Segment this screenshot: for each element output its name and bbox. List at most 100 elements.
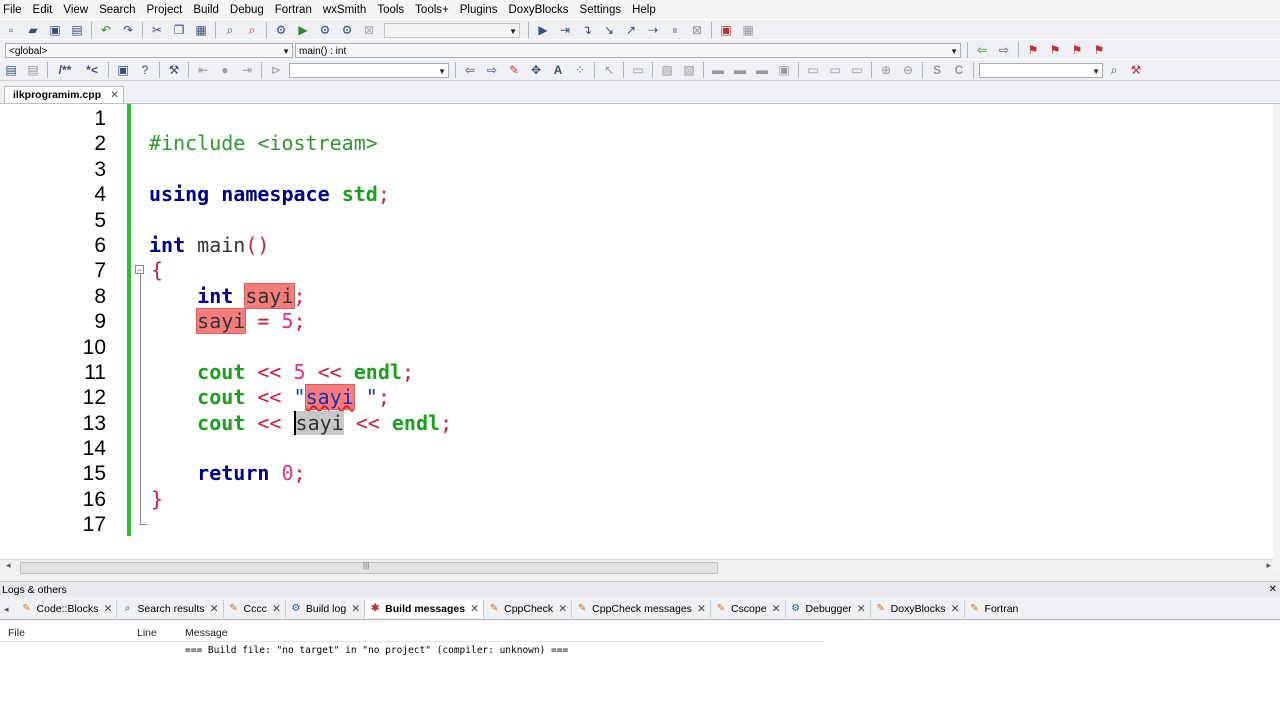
box2-icon[interactable]: ▭ — [827, 62, 843, 78]
bookmark-prev-icon[interactable]: ⚑ — [1047, 42, 1063, 58]
tabs-scroll-left-icon[interactable]: ◂ — [4, 604, 9, 615]
pointer-icon[interactable]: ↖ — [601, 62, 617, 78]
debug-run-icon[interactable]: ▶ — [535, 22, 551, 38]
next-icon[interactable]: ⇥ — [239, 62, 255, 78]
menu-file[interactable]: File — [0, 0, 29, 20]
tab-cscope[interactable]: ✎ Cscope ✕ — [711, 600, 786, 618]
column-header-message[interactable]: Message — [185, 627, 228, 639]
pause-icon[interactable]: ⏸ — [667, 22, 683, 38]
copy-icon[interactable]: ❐ — [171, 22, 187, 38]
run-to-cursor-icon[interactable]: ⇥ — [557, 22, 573, 38]
file-tab[interactable]: ilkprogramim.cpp ✕ — [4, 86, 125, 103]
symbol-combo[interactable]: ▼ — [289, 62, 449, 78]
menu-tools[interactable]: Tools — [373, 0, 411, 20]
doxywizard-icon[interactable]: ▤ — [3, 62, 19, 78]
settings-icon[interactable]: ⚒ — [1128, 62, 1144, 78]
tab-doxyblocks[interactable]: ✎ DoxyBlocks ✕ — [871, 600, 965, 618]
tab-codeblocks[interactable]: ✎ Code::Blocks ✕ — [17, 600, 118, 618]
info-icon[interactable]: ▦ — [740, 22, 756, 38]
menu-search[interactable]: Search — [95, 0, 142, 20]
menu-debug[interactable]: Debug — [226, 0, 271, 20]
close-icon[interactable]: ✕ — [110, 87, 119, 103]
tag-icon[interactable]: ⊳ — [268, 62, 284, 78]
column-header-line[interactable]: Line — [137, 627, 157, 639]
font-icon[interactable]: A — [550, 62, 566, 78]
function-combo[interactable]: main() : int ▼ — [295, 42, 961, 58]
scroll-left-icon[interactable]: ◂ — [6, 560, 11, 571]
tab-cccc[interactable]: ✎ Cccc ✕ — [224, 600, 286, 618]
text-icon[interactable]: ▧ — [681, 62, 697, 78]
tab-cppcheck[interactable]: ✎ CppCheck ✕ — [484, 600, 573, 618]
scroll-right-icon[interactable]: ▸ — [1266, 560, 1271, 571]
menu-build[interactable]: Build — [189, 0, 226, 20]
save-icon[interactable]: ▣ — [47, 22, 63, 38]
tab-cppcheck-messages[interactable]: ✎ CppCheck messages ✕ — [572, 600, 711, 618]
layout3-icon[interactable]: ▬ — [754, 62, 770, 78]
scroll-thumb[interactable]: ||| — [20, 561, 718, 574]
tab-debugger[interactable]: ⚙ Debugger ✕ — [786, 600, 871, 618]
build-messages-list[interactable]: File Line Message === Build file: "no ta… — [0, 621, 1280, 720]
box1-icon[interactable]: ▭ — [805, 62, 821, 78]
column-header-file[interactable]: File — [8, 627, 25, 639]
c-icon[interactable]: C — [951, 62, 967, 78]
bookmark-icon[interactable]: ⚑ — [1025, 42, 1041, 58]
close-icon[interactable]: ✕ — [951, 600, 960, 618]
find-icon[interactable]: ⌕ — [222, 22, 238, 38]
rebuild-icon[interactable]: ⚙ — [339, 22, 355, 38]
zoom-out-icon[interactable]: ⊖ — [900, 62, 916, 78]
paste-icon[interactable]: ▦ — [193, 22, 209, 38]
image-icon[interactable]: ▨ — [659, 62, 675, 78]
build-icon[interactable]: ⚙ — [273, 22, 289, 38]
build-target-combo[interactable]: ▼ — [384, 22, 520, 38]
dot-icon[interactable]: ● — [217, 62, 233, 78]
build-run-icon[interactable]: ⚙ — [317, 22, 333, 38]
layout1-icon[interactable]: ▬ — [710, 62, 726, 78]
close-icon[interactable]: ✕ — [104, 600, 113, 618]
line-comment-icon[interactable]: *< — [82, 62, 102, 78]
step-into-icon[interactable]: ↘ — [601, 22, 617, 38]
next-line-icon[interactable]: ↴ — [579, 22, 595, 38]
undo-icon[interactable]: ↶ — [98, 22, 114, 38]
arrow-left-icon[interactable]: ⇦ — [462, 62, 478, 78]
close-icon[interactable]: ✕ — [210, 600, 219, 618]
close-icon[interactable]: ✕ — [772, 600, 781, 618]
code-editor[interactable]: − 1 2 #include <iostream> 3 4 using namesp… — [0, 104, 1273, 559]
tab-build-messages[interactable]: ✱ Build messages ✕ — [365, 600, 485, 618]
menu-settings[interactable]: Settings — [576, 0, 629, 20]
frame-icon[interactable]: ▭ — [630, 62, 646, 78]
run-icon[interactable]: ▶ — [295, 22, 311, 38]
menu-project[interactable]: Project — [143, 0, 190, 20]
menu-plugins[interactable]: Plugins — [456, 0, 505, 20]
replace-icon[interactable]: ⌕ — [244, 22, 260, 38]
horizontal-scrollbar[interactable]: ◂ ||| ▸ — [0, 559, 1273, 575]
close-icon[interactable]: ✕ — [272, 600, 281, 618]
cut-icon[interactable]: ✂ — [149, 22, 165, 38]
next-instruction-icon[interactable]: ⇢ — [645, 22, 661, 38]
highlight-icon[interactable]: ✎ — [506, 62, 522, 78]
layout2-icon[interactable]: ▬ — [732, 62, 748, 78]
jump-forward-icon[interactable]: ⇨ — [996, 42, 1012, 58]
close-icon[interactable]: ✕ — [697, 600, 706, 618]
menu-fortran[interactable]: Fortran — [271, 0, 319, 20]
close-icon[interactable]: ✕ — [558, 600, 567, 618]
search-icon[interactable]: ⌕ — [1106, 62, 1122, 78]
search-combo[interactable]: ▼ — [979, 62, 1103, 78]
menu-wxsmith[interactable]: wxSmith — [319, 0, 373, 20]
menu-doxyblocks[interactable]: DoxyBlocks — [504, 0, 575, 20]
bookmark-clear-icon[interactable]: ⚑ — [1091, 42, 1107, 58]
html-icon[interactable]: ▣ — [115, 62, 131, 78]
menu-help[interactable]: Help — [628, 0, 663, 20]
arrow-right-icon[interactable]: ⇨ — [484, 62, 500, 78]
close-icon[interactable]: ✕ — [1269, 582, 1277, 598]
close-icon[interactable]: ✕ — [351, 600, 360, 618]
bookmark-next-icon[interactable]: ⚑ — [1069, 42, 1085, 58]
menu-edit[interactable]: Edit — [29, 0, 60, 20]
step-out-icon[interactable]: ↗ — [623, 22, 639, 38]
prev-icon[interactable]: ⇤ — [195, 62, 211, 78]
chm-icon[interactable]: ? — [137, 62, 153, 78]
tab-fortran[interactable]: ✎ Fortran — [965, 600, 1021, 618]
menu-tools-plus[interactable]: Tools+ — [411, 0, 456, 20]
save-all-icon[interactable]: ▤ — [69, 22, 85, 38]
s-icon[interactable]: S — [929, 62, 945, 78]
abort-icon[interactable]: ⊠ — [361, 22, 377, 38]
